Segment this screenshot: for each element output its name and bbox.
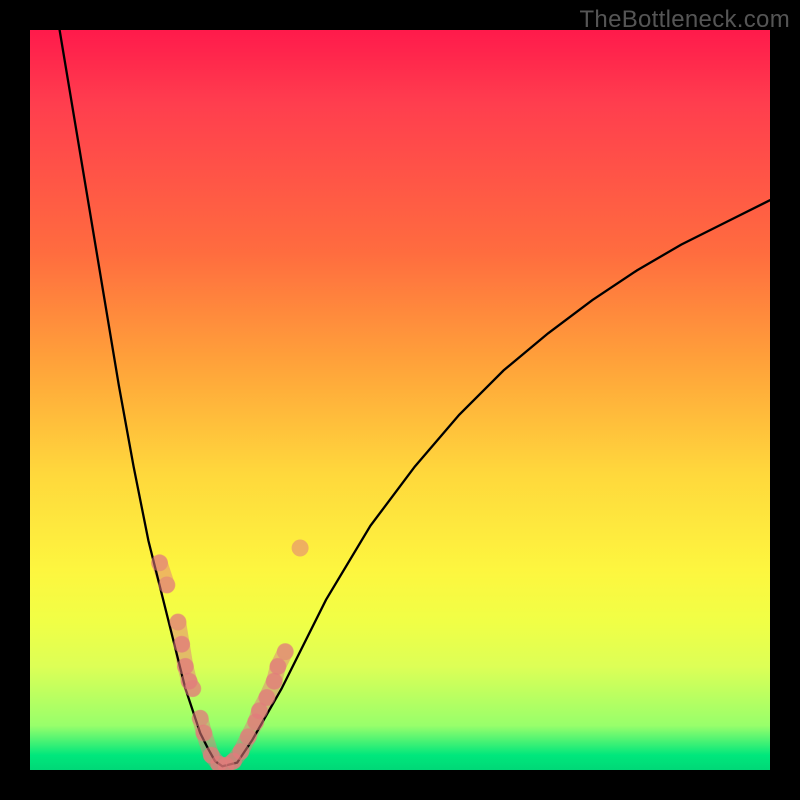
bottleneck-curve (60, 30, 770, 766)
chart-frame: TheBottleneck.com (0, 0, 800, 800)
curve-layer (30, 30, 770, 770)
plot-area (30, 30, 770, 770)
highlight-points (151, 540, 309, 771)
watermark-text: TheBottleneck.com (579, 6, 790, 34)
